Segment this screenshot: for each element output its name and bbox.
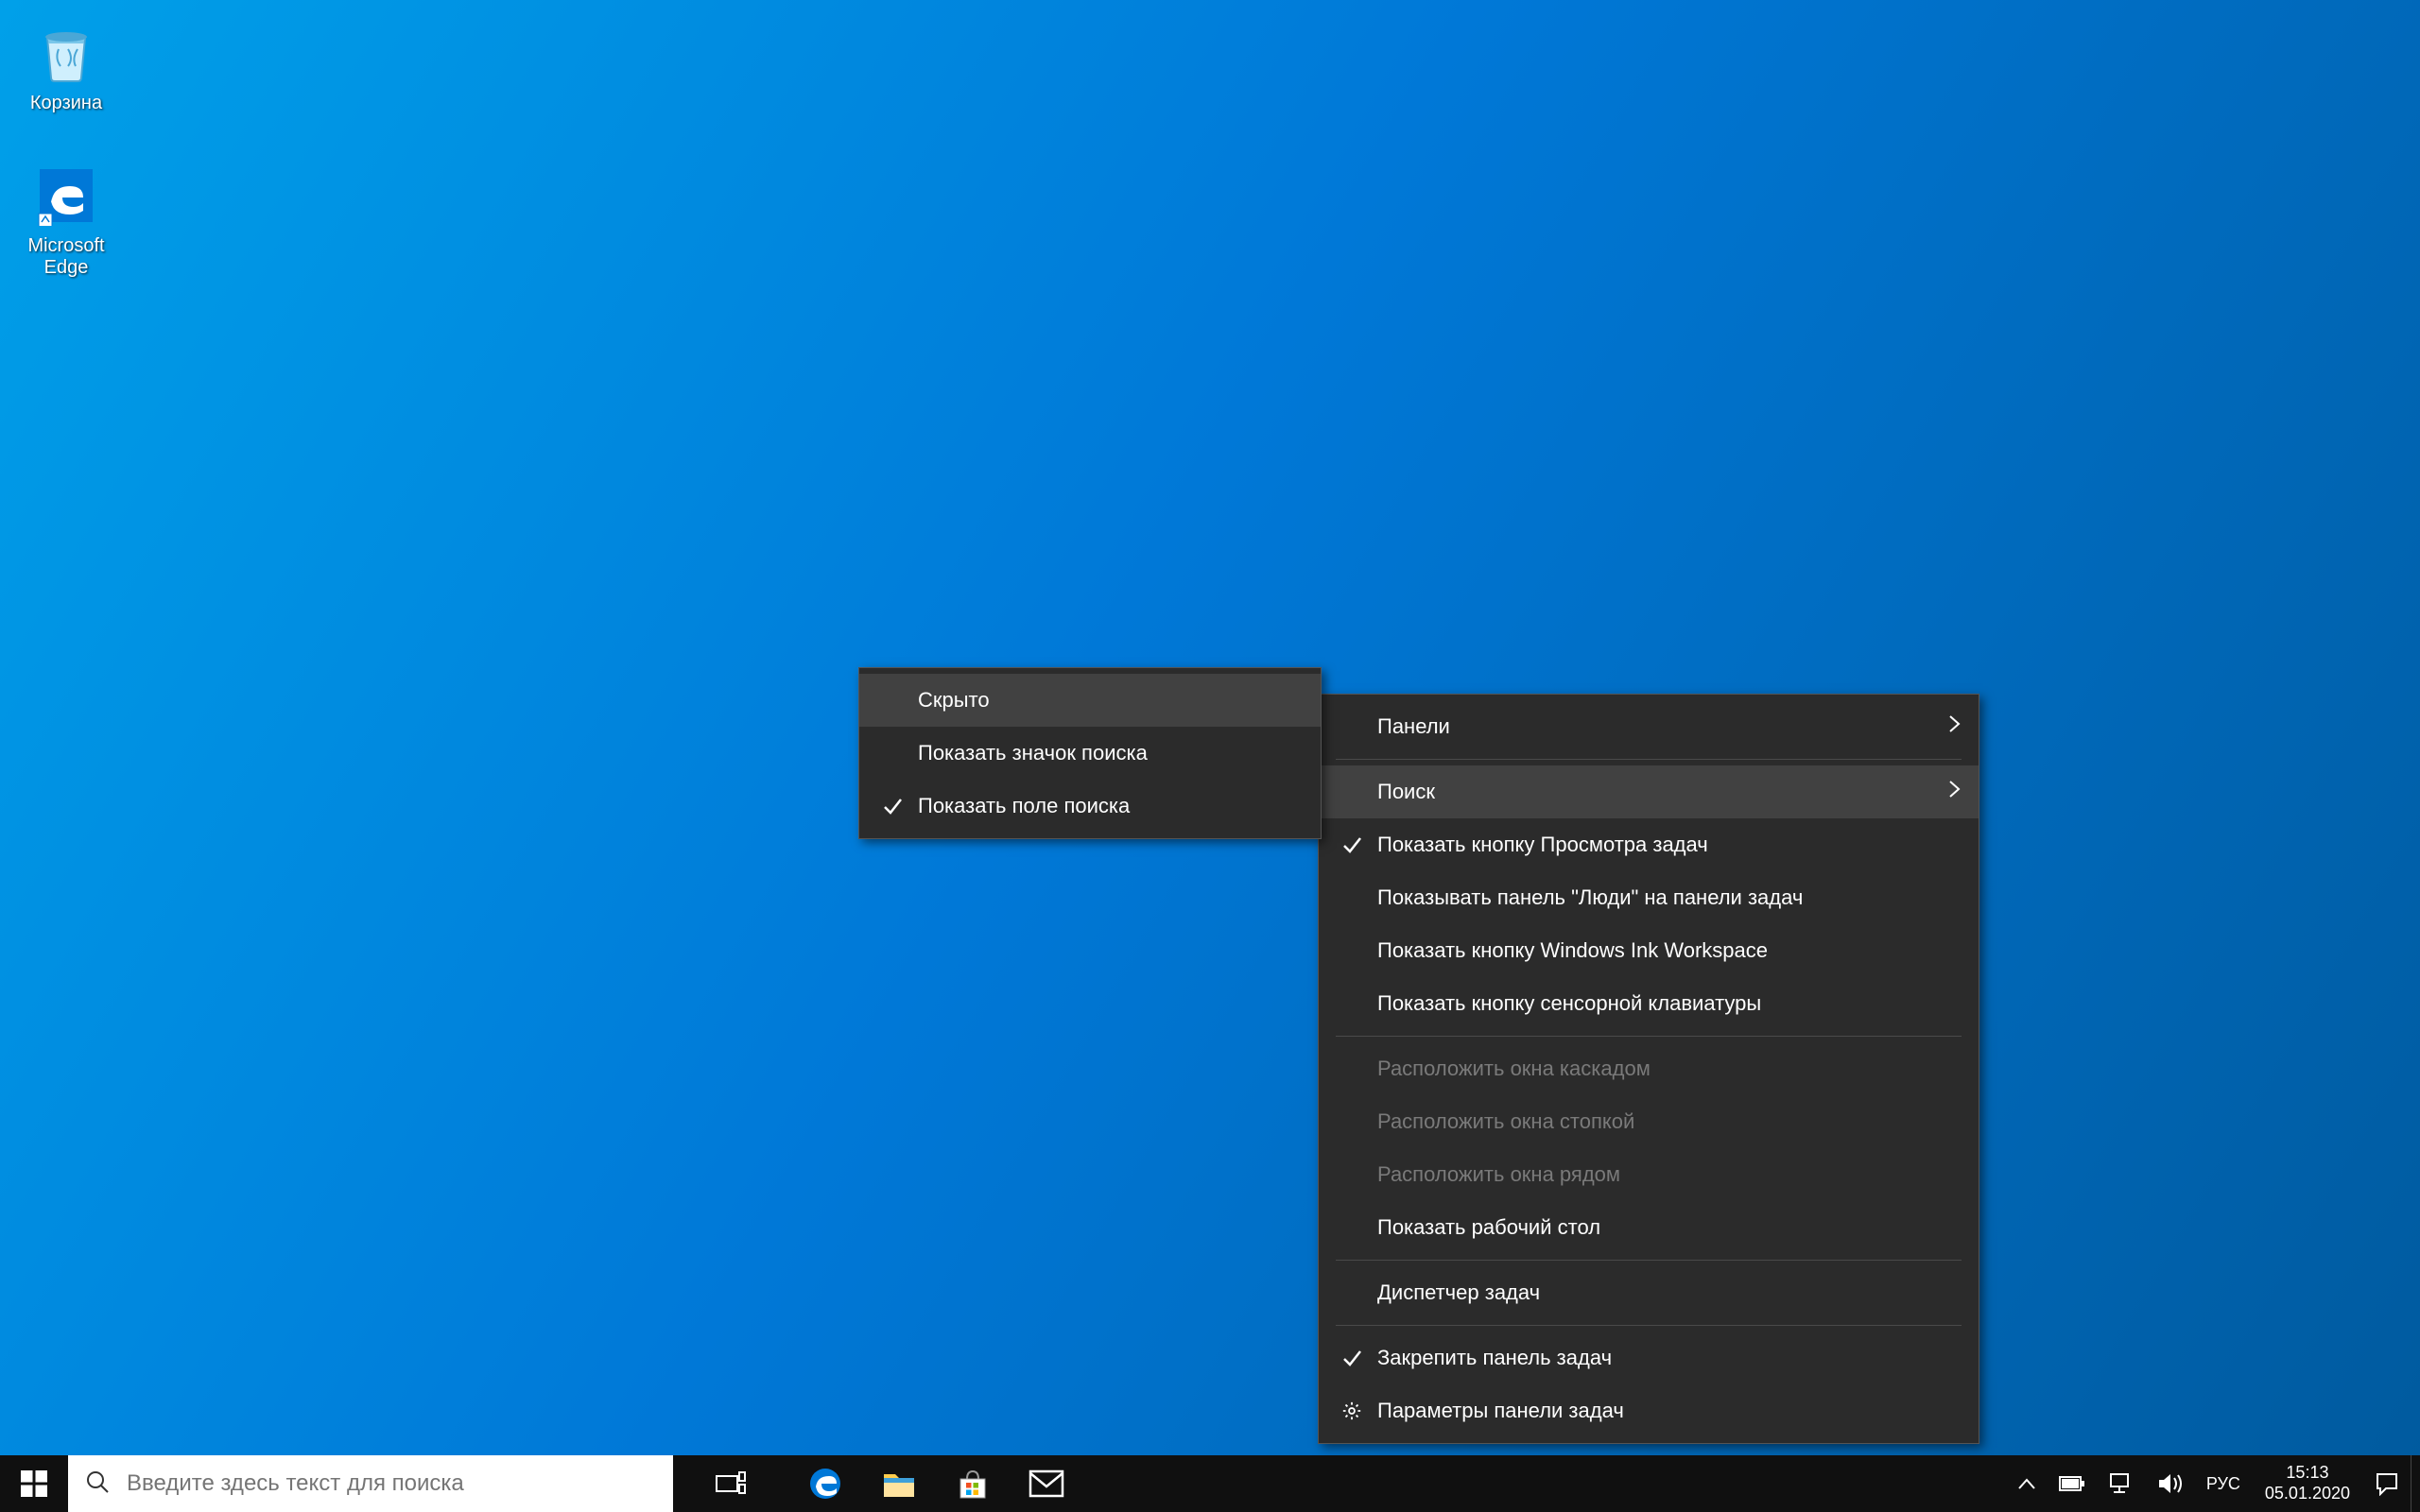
windows-logo-icon	[21, 1470, 47, 1497]
menu-item-search[interactable]: Поиск	[1319, 765, 1979, 818]
gear-icon	[1341, 1400, 1377, 1421]
taskbar-explorer-button[interactable]	[862, 1455, 936, 1512]
menu-item-show-ink[interactable]: Показать кнопку Windows Ink Workspace	[1319, 924, 1979, 977]
desktop-icons: Корзина Microsoft Edge	[9, 14, 123, 284]
task-view-button[interactable]	[694, 1455, 768, 1512]
submenu-item-show-icon[interactable]: Показать значок поиска	[859, 727, 1321, 780]
task-view-icon	[716, 1470, 746, 1497]
notification-icon	[2375, 1471, 2399, 1496]
desktop-icon-label: Корзина	[30, 93, 102, 114]
network-icon	[2108, 1472, 2135, 1495]
start-button[interactable]	[0, 1455, 68, 1512]
submenu-item-hidden[interactable]: Скрыто	[859, 674, 1321, 727]
clock-date: 05.01.2020	[2265, 1484, 2350, 1504]
system-tray: РУС 15:13 05.01.2020	[2006, 1455, 2420, 1512]
check-icon	[1341, 834, 1377, 855]
menu-item-panels[interactable]: Панели	[1319, 700, 1979, 753]
edge-logo-icon	[32, 162, 100, 230]
menu-item-taskbar-settings[interactable]: Параметры панели задач	[1319, 1384, 1979, 1437]
tray-clock[interactable]: 15:13 05.01.2020	[2252, 1455, 2363, 1512]
menu-item-show-task-view[interactable]: Показать кнопку Просмотра задач	[1319, 818, 1979, 871]
search-icon	[85, 1469, 110, 1499]
chevron-right-icon	[1948, 714, 1962, 739]
edge-icon	[808, 1467, 842, 1501]
menu-item-cascade: Расположить окна каскадом	[1319, 1042, 1979, 1095]
battery-icon	[2059, 1475, 2085, 1492]
store-icon	[957, 1468, 989, 1500]
chevron-up-icon	[2017, 1477, 2036, 1490]
tray-volume-button[interactable]	[2146, 1455, 2195, 1512]
mail-icon	[1028, 1469, 1064, 1498]
edge-icon[interactable]: Microsoft Edge	[9, 157, 123, 284]
menu-item-side-by-side: Расположить окна рядом	[1319, 1148, 1979, 1201]
taskbar-mail-button[interactable]	[1010, 1455, 1083, 1512]
folder-icon	[882, 1469, 916, 1499]
speaker-icon	[2157, 1472, 2184, 1495]
recycle-bin-icon[interactable]: Корзина	[9, 14, 123, 119]
menu-item-show-desktop[interactable]: Показать рабочий стол	[1319, 1201, 1979, 1254]
show-desktop-button[interactable]	[2411, 1455, 2420, 1512]
check-icon	[1341, 1348, 1377, 1368]
taskbar-context-menu: Панели Поиск Показать кнопку Просмотра з…	[1318, 694, 1979, 1444]
taskbar: РУС 15:13 05.01.2020	[0, 1455, 2420, 1512]
menu-item-show-touch-kb[interactable]: Показать кнопку сенсорной клавиатуры	[1319, 977, 1979, 1030]
tray-language-button[interactable]: РУС	[2195, 1455, 2252, 1512]
search-submenu: Скрыто Показать значок поиска Показать п…	[858, 667, 1322, 839]
tray-battery-button[interactable]	[2048, 1455, 2097, 1512]
trash-icon	[32, 19, 100, 87]
taskbar-edge-button[interactable]	[788, 1455, 862, 1512]
menu-item-task-manager[interactable]: Диспетчер задач	[1319, 1266, 1979, 1319]
taskbar-search-box[interactable]	[68, 1455, 673, 1512]
check-icon	[882, 796, 918, 816]
search-input[interactable]	[127, 1470, 656, 1497]
menu-item-stack: Расположить окна стопкой	[1319, 1095, 1979, 1148]
menu-item-lock-taskbar[interactable]: Закрепить панель задач	[1319, 1332, 1979, 1384]
taskbar-store-button[interactable]	[936, 1455, 1010, 1512]
desktop-icon-label: Microsoft Edge	[14, 235, 118, 279]
submenu-item-show-box[interactable]: Показать поле поиска	[859, 780, 1321, 833]
tray-network-button[interactable]	[2097, 1455, 2146, 1512]
clock-time: 15:13	[2286, 1463, 2328, 1484]
menu-item-show-people[interactable]: Показывать панель "Люди" на панели задач	[1319, 871, 1979, 924]
chevron-right-icon	[1948, 780, 1962, 804]
tray-action-center-button[interactable]	[2363, 1455, 2411, 1512]
tray-overflow-button[interactable]	[2006, 1455, 2048, 1512]
